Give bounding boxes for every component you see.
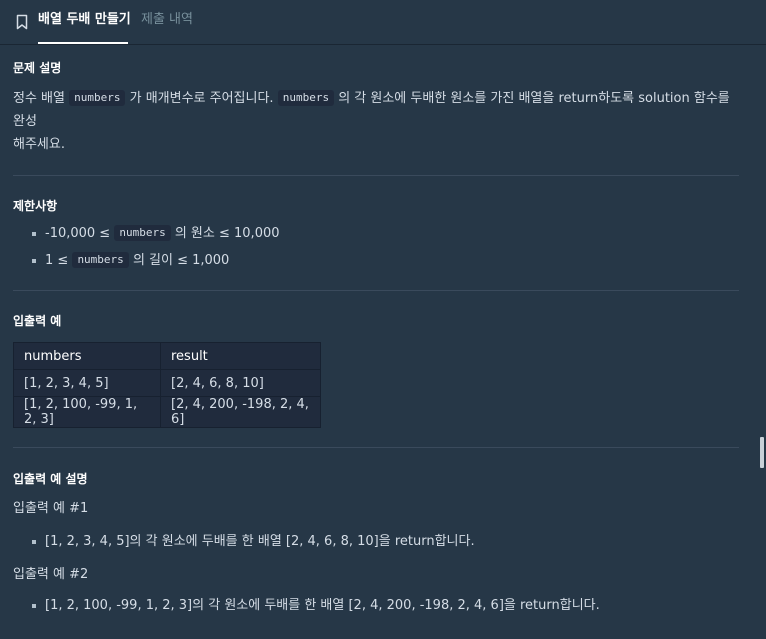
table-row: [1, 2, 3, 4, 5] [2, 4, 6, 8, 10] xyxy=(13,369,321,397)
code-numbers: numbers xyxy=(69,90,126,106)
table-cell: [1, 2, 3, 4, 5] xyxy=(13,369,161,397)
table-header-row: numbers result xyxy=(13,342,321,370)
column-header-numbers: numbers xyxy=(13,342,161,370)
resize-handle[interactable] xyxy=(760,437,764,468)
table-cell: [2, 4, 6, 8, 10] xyxy=(160,369,321,397)
description-text-part2: 가 매개변수로 주어집니다. xyxy=(129,91,278,106)
example-title: 입출력 예 #1 xyxy=(13,501,89,516)
constraint-item: 1 ≤ numbers 의 길이 ≤ 1,000 xyxy=(32,250,739,272)
tab-problem[interactable]: 배열 두배 만들기 xyxy=(38,0,131,44)
constraints-list: -10,000 ≤ numbers 의 원소 ≤ 10,000 1 ≤ numb… xyxy=(13,223,739,272)
description-text: 정수 배열 numbers 가 매개변수로 주어집니다. numbers 의 각… xyxy=(13,87,739,156)
problem-content: 문제 설명 정수 배열 numbers 가 매개변수로 주어집니다. numbe… xyxy=(13,45,739,617)
tab-bar: 배열 두배 만들기 제출 내역 xyxy=(0,0,766,45)
bookmark-icon[interactable] xyxy=(16,14,28,30)
table-cell: [1, 2, 100, -99, 1, 2, 3] xyxy=(13,396,161,428)
example-title: 입출력 예 #2 xyxy=(13,567,89,582)
column-header-result: result xyxy=(160,342,321,370)
table-row: [1, 2, 100, -99, 1, 2, 3] [2, 4, 200, -1… xyxy=(13,396,321,428)
table-cell: [2, 4, 200, -198, 2, 4, 6] xyxy=(160,396,321,428)
io-explanation-heading: 입출력 예 설명 xyxy=(13,472,88,486)
description-text-part1: 정수 배열 xyxy=(13,91,70,106)
code-numbers: numbers xyxy=(277,90,335,106)
example-list: [1, 2, 3, 4, 5]의 각 원소에 두배를 한 배열 [2, 4, 6… xyxy=(13,531,739,553)
example-explanation: [1, 2, 3, 4, 5]의 각 원소에 두배를 한 배열 [2, 4, 6… xyxy=(32,531,739,553)
example-explanation: [1, 2, 100, -99, 1, 2, 3]의 각 원소에 두배를 한 배… xyxy=(32,595,739,617)
active-tab-indicator xyxy=(38,42,128,44)
code-numbers: numbers xyxy=(114,225,171,241)
constraint-item: -10,000 ≤ numbers 의 원소 ≤ 10,000 xyxy=(32,223,739,250)
io-example-heading: 입출력 예 xyxy=(13,314,62,328)
io-example-table: numbers result [1, 2, 3, 4, 5] [2, 4, 6,… xyxy=(13,342,321,428)
description-text-line2: 해주세요. xyxy=(13,137,65,152)
code-numbers: numbers xyxy=(72,252,129,268)
tab-submissions[interactable]: 제출 내역 xyxy=(141,0,193,44)
constraints-heading: 제한사항 xyxy=(13,199,58,213)
example-list: [1, 2, 100, -99, 1, 2, 3]의 각 원소에 두배를 한 배… xyxy=(13,595,739,617)
description-heading: 문제 설명 xyxy=(13,61,62,75)
